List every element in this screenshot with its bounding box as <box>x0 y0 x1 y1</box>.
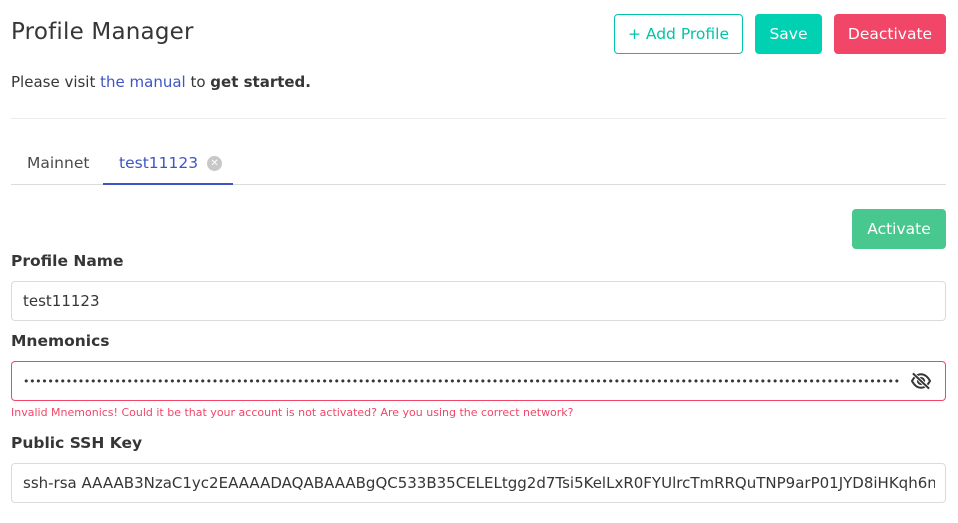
mnemonics-value: ••••••••••••••••••••••••••••••••••••••••… <box>23 374 901 388</box>
page-title: Profile Manager <box>11 19 194 45</box>
mnemonics-error: Invalid Mnemonics! Could it be that your… <box>11 406 574 419</box>
intro-prefix: Please visit <box>11 73 101 91</box>
ssh-key-input[interactable]: ssh-rsa AAAAB3NzaC1yc2EAAAADAQABAAABgQC5… <box>11 463 946 503</box>
profile-tabs: Mainnet test11123 ✕ <box>11 148 946 185</box>
activate-button[interactable]: Activate <box>852 209 946 249</box>
divider <box>11 118 946 119</box>
profile-name-input[interactable]: test11123 <box>11 281 946 321</box>
profile-name-label: Profile Name <box>11 252 124 270</box>
tab-label: Mainnet <box>27 154 90 172</box>
tab-label: test11123 <box>119 154 199 172</box>
save-button[interactable]: Save <box>755 14 822 54</box>
close-circle-icon[interactable]: ✕ <box>207 156 223 171</box>
tab-mainnet[interactable]: Mainnet <box>27 148 89 185</box>
mnemonics-label: Mnemonics <box>11 332 110 350</box>
ssh-key-value: ssh-rsa AAAAB3NzaC1yc2EAAAADAQABAAABgQC5… <box>23 474 935 492</box>
mnemonics-input[interactable]: ••••••••••••••••••••••••••••••••••••••••… <box>11 361 946 401</box>
ssh-key-label: Public SSH Key <box>11 434 143 452</box>
intro-bold: get started. <box>210 73 311 91</box>
deactivate-button[interactable]: Deactivate <box>834 14 946 54</box>
intro-middle: to <box>185 73 211 91</box>
add-profile-button[interactable]: + Add Profile <box>614 14 743 54</box>
tab-test11123[interactable]: test11123 ✕ <box>103 148 233 185</box>
intro-text: Please visit the manual to get started. <box>11 73 311 91</box>
manual-link[interactable]: the manual <box>100 73 186 91</box>
eye-off-icon[interactable] <box>910 372 932 390</box>
profile-name-value: test11123 <box>23 292 100 310</box>
